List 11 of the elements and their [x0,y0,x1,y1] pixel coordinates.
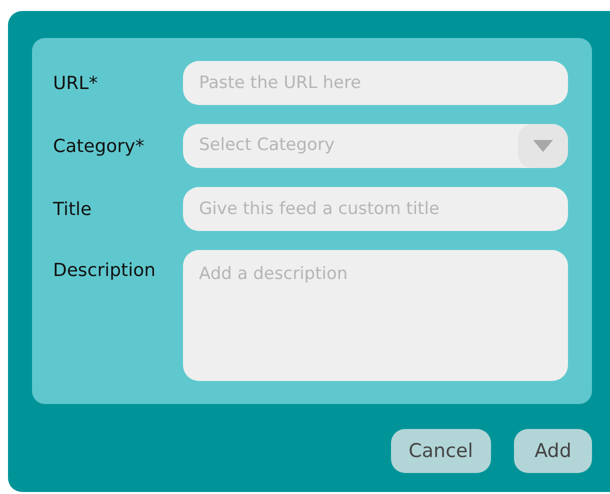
input-field[interactable]: Paste the URL here [183,61,568,105]
field-label: Description [53,259,157,283]
field-label: Title [53,198,93,222]
select-placeholder: Select Category [199,134,336,158]
input-field[interactable]: Give this feed a custom title [183,187,568,231]
field-label: URL* [53,72,99,96]
field-label: Category* [53,134,146,158]
dialog-button[interactable]: Add [514,429,592,473]
description-field[interactable]: Add a description [183,250,568,381]
dropdown-arrow-icon [533,140,553,152]
dialog-button[interactable]: Cancel [390,429,491,473]
